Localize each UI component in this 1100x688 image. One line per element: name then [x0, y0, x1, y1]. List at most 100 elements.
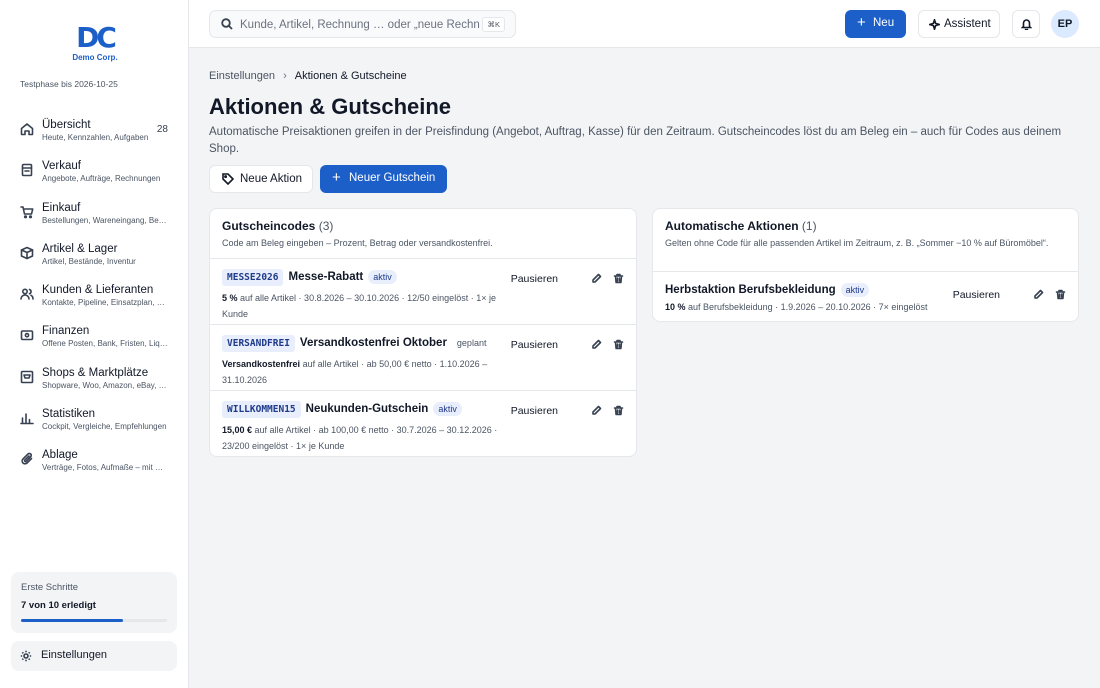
voucher-detail: 15,00 € auf alle Artikel · ab 100,00 € n… [222, 422, 502, 454]
trash-icon[interactable] [613, 405, 624, 416]
sidebar-item-label: Finanzen [42, 325, 90, 338]
user-avatar[interactable]: EP [1051, 10, 1079, 38]
progress-bar-fill [21, 619, 124, 622]
logo-company-name: Demo Corp. [72, 53, 118, 62]
sidebar-item-badge: 28 [156, 124, 168, 135]
box-icon [20, 246, 34, 260]
new-button[interactable]: + Neu [845, 10, 906, 38]
status-badge: aktiv [368, 270, 397, 284]
sidebar-item-verkauf[interactable]: Verkauf Angebote, Aufträge, Rechnungen [12, 153, 178, 194]
sidebar-item-einkauf[interactable]: Einkauf Bestellungen, Wareneingang, Best… [12, 195, 178, 236]
voucher-row[interactable]: WILLKOMMEN15 Neukunden-Gutschein aktiv 15,… [210, 391, 636, 457]
card-header: Automatische Aktionen (1) Gelten ohne Co… [653, 209, 1078, 272]
search-input[interactable] [240, 16, 480, 33]
row-actions: Pausieren [953, 287, 1066, 301]
sidebar-item-label: Kunden & Lieferanten [42, 284, 154, 297]
new-action-label: Neue Aktion [240, 173, 303, 185]
tag-icon [222, 173, 234, 185]
sidebar-item-artikel-lager[interactable]: Artikel & Lager Artikel, Bestände, Inven… [12, 236, 178, 277]
voucher-code: VERSANDFREI [222, 335, 295, 352]
card-count: (3) [318, 219, 334, 233]
card-title-text: Gutscheincodes [222, 219, 316, 233]
sidebar-item-kunden-lieferanten[interactable]: Kunden & Lieferanten Kontakte, Pipeline,… [12, 277, 178, 318]
progress-title: Erste Schritte [21, 582, 79, 593]
card-count: (1) [801, 219, 817, 233]
card-header: Gutscheincodes (3) Code am Beleg eingebe… [210, 209, 636, 259]
pause-button[interactable]: Pausieren [511, 273, 558, 285]
breadcrumb-item-settings[interactable]: Einstellungen [209, 70, 275, 82]
edit-icon[interactable] [591, 339, 602, 350]
sidebar-item-uebersicht[interactable]: Übersicht Heute, Kennzahlen, Aufgaben 28 [12, 112, 178, 153]
action-value: 10 % [665, 302, 686, 312]
sidebar-item-sub: Cockpit, Vergleiche, Empfehlungen [42, 422, 167, 432]
voucher-name: Versandkostenfrei Oktober [299, 337, 447, 349]
automatic-actions-card: Automatische Aktionen (1) Gelten ohne Co… [652, 208, 1079, 322]
sidebar-item-sub: Angebote, Aufträge, Rechnungen [42, 174, 161, 184]
card-title: Gutscheincodes (3) [222, 219, 624, 233]
trial-notice: Testphase bis 2026-10-25 [20, 79, 118, 89]
notifications-button[interactable] [1012, 10, 1040, 38]
sidebar-item-ablage[interactable]: Ablage Verträge, Fotos, Aufmaße – mit Su… [12, 442, 178, 483]
voucher-row[interactable]: VERSANDFREI Versandkostenfrei Oktober gepl… [210, 325, 636, 391]
voucher-detail-text: auf alle Artikel · ab 100,00 € netto · 3… [222, 425, 498, 451]
row-actions: Pausieren [511, 271, 624, 285]
new-action-button[interactable]: Neue Aktion [209, 165, 313, 193]
sidebar-item-label: Artikel & Lager [42, 242, 118, 255]
row-actions: Pausieren [511, 403, 624, 417]
sidebar-item-sub: Verträge, Fotos, Aufmaße – mit Suche [42, 463, 168, 473]
edit-icon[interactable] [591, 405, 602, 416]
voucher-codes-card: Gutscheincodes (3) Code am Beleg eingebe… [209, 208, 637, 457]
search-icon [221, 18, 233, 30]
new-button-label: Neu [873, 17, 895, 29]
sidebar-item-finanzen[interactable]: Finanzen Offene Posten, Bank, Fristen, L… [12, 318, 178, 359]
card-title-text: Automatische Aktionen [665, 219, 799, 233]
chevron-right-icon: › [283, 70, 287, 82]
action-name: Herbstaktion Berufsbekleidung [665, 284, 836, 296]
assistant-button[interactable]: Assistent [918, 10, 1000, 38]
trash-icon[interactable] [1055, 289, 1066, 300]
breadcrumb-item-current: Aktionen & Gutscheine [294, 70, 407, 82]
plus-icon: + [857, 14, 866, 31]
onboarding-progress-card[interactable]: Erste Schritte 7 von 10 erledigt [11, 572, 177, 633]
voucher-name: Neukunden-Gutschein [305, 403, 429, 415]
voucher-value: Versandkostenfrei [222, 359, 301, 369]
action-detail-text: auf Berufsbekleidung · 1.9.2026 – 20.10.… [688, 302, 928, 312]
edit-icon[interactable] [591, 273, 602, 284]
company-logo[interactable]: DC Demo Corp. [68, 24, 122, 63]
voucher-row[interactable]: MESSE2026 Messe-Rabatt aktiv 5 % auf alle … [210, 259, 636, 325]
pause-button[interactable]: Pausieren [511, 339, 558, 351]
sidebar-item-statistiken[interactable]: Statistiken Cockpit, Vergleiche, Empfehl… [12, 401, 178, 442]
card-title: Automatische Aktionen (1) [665, 219, 1066, 233]
trash-icon[interactable] [613, 273, 624, 284]
pause-button[interactable]: Pausieren [953, 289, 1000, 301]
settings-label: Einstellungen [41, 649, 108, 661]
row-actions: Pausieren [511, 337, 624, 351]
sidebar: DC Demo Corp. Testphase bis 2026-10-25 Ü… [0, 0, 189, 688]
action-detail: 10 % auf Berufsbekleidung · 1.9.2026 – 2… [665, 299, 945, 315]
voucher-value: 5 % [222, 293, 238, 303]
status-badge: aktiv [840, 283, 870, 297]
sidebar-item-shops[interactable]: Shops & Marktplätze Shopware, Woo, Amazo… [12, 360, 178, 401]
sidebar-item-sub: Offene Posten, Bank, Fristen, Liquidität [42, 339, 168, 349]
voucher-name: Messe-Rabatt [288, 271, 364, 283]
sidebar-item-sub: Bestellungen, Wareneingang, Bestand [42, 215, 168, 225]
status-badge: aktiv [433, 402, 462, 416]
status-badge: geplant [456, 338, 487, 348]
pause-button[interactable]: Pausieren [511, 405, 558, 417]
users-icon [20, 287, 34, 301]
global-search[interactable]: ⌘K [209, 10, 516, 38]
sidebar-item-sub: Kontakte, Pipeline, Einsatzplan, Liefera… [42, 298, 168, 308]
progress-bar [21, 619, 167, 622]
new-voucher-label: Neuer Gutschein [349, 172, 436, 184]
action-row[interactable]: Herbstaktion Berufsbekleidung aktiv 10 % … [653, 272, 1078, 321]
sidebar-item-sub: Shopware, Woo, Amazon, eBay, Kaufland [42, 380, 168, 390]
voucher-detail-text: auf alle Artikel · 30.8.2026 – 30.10.202… [222, 293, 496, 319]
new-voucher-button[interactable]: + Neuer Gutschein [320, 165, 447, 193]
paperclip-icon [20, 452, 34, 466]
settings-button[interactable]: Einstellungen [11, 641, 177, 671]
voucher-detail: 5 % auf alle Artikel · 30.8.2026 – 30.10… [222, 290, 502, 322]
home-icon [20, 122, 34, 136]
edit-icon[interactable] [1033, 289, 1044, 300]
plus-icon: + [332, 169, 341, 186]
trash-icon[interactable] [613, 339, 624, 350]
